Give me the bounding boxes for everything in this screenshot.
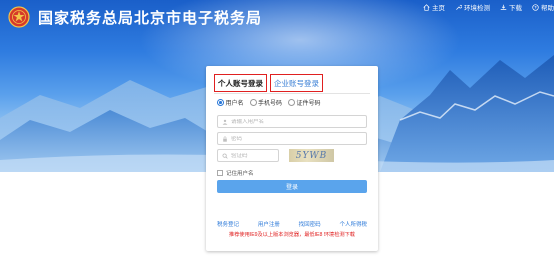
nav-home[interactable]: 主页 — [423, 2, 445, 12]
nav-home-label: 主页 — [432, 5, 445, 12]
radio-phone-label: 手机号码 — [258, 101, 283, 107]
remember-label: 记住用户名 — [226, 171, 254, 177]
remember-username: 记住用户名 — [217, 169, 254, 177]
home-icon — [423, 3, 430, 11]
search-icon — [222, 153, 228, 159]
download-icon — [500, 4, 507, 10]
nav-help-label: 帮助 — [541, 5, 554, 12]
radio-phone[interactable]: 手机号码 — [249, 98, 283, 107]
radio-id-number-label: 证件号码 — [296, 101, 321, 107]
password-input[interactable] — [231, 135, 361, 142]
nav-download[interactable]: 下载 — [500, 2, 522, 12]
nav-help[interactable]: 帮助 — [532, 2, 554, 12]
nav-env-check[interactable]: 环境检测 — [455, 2, 490, 12]
user-register-link[interactable]: 用户注册 — [258, 220, 280, 228]
username-input[interactable] — [231, 118, 361, 125]
login-type-radios: 用户名 手机号码 证件号码 — [217, 98, 321, 107]
tab-personal-login[interactable]: 个人账号登录 — [214, 74, 267, 92]
login-tabs: 个人账号登录 企业账号登录 — [214, 74, 323, 92]
top-nav: 主页 环境检测 下载 帮助 — [423, 2, 554, 12]
captcha-input[interactable] — [231, 152, 276, 159]
site-title: 国家税务总局北京市电子税务局 — [38, 8, 263, 27]
lock-icon — [223, 135, 227, 142]
radio-checked-icon — [217, 99, 224, 106]
radio-username-label: 用户名 — [225, 101, 244, 107]
radio-unchecked-icon — [249, 99, 257, 106]
radio-unchecked-icon — [288, 99, 296, 106]
tax-emblem-icon — [8, 6, 30, 28]
personal-income-tax-link[interactable]: 个人所得税 — [339, 220, 367, 228]
captcha-field — [217, 149, 279, 162]
login-button[interactable]: 登录 — [217, 180, 367, 193]
tab-enterprise-login[interactable]: 企业账号登录 — [270, 74, 323, 92]
login-links: 税务登记 用户注册 找回密码 个人所得税 — [217, 220, 367, 228]
tab-divider — [214, 93, 370, 94]
password-field — [217, 132, 367, 145]
site-logo[interactable]: 国家税务总局北京市电子税务局 — [8, 6, 262, 28]
nav-download-label: 下载 — [509, 5, 522, 12]
user-icon — [222, 119, 228, 125]
wrench-icon — [456, 4, 462, 10]
captcha-text: 5YWB — [295, 150, 328, 161]
help-icon — [532, 3, 539, 11]
radio-id-number[interactable]: 证件号码 — [288, 98, 321, 107]
radio-username[interactable]: 用户名 — [217, 98, 244, 107]
tax-registration-link[interactable]: 税务登记 — [217, 220, 239, 228]
nav-env-check-label: 环境检测 — [464, 5, 490, 12]
remember-checkbox[interactable] — [217, 170, 223, 176]
login-panel: 个人账号登录 企业账号登录 用户名 手机号码 证件号码 5YWB 记住用户名 — [206, 66, 378, 251]
username-field — [217, 115, 367, 128]
browser-note: 推荐使用IE9及以上版本浏览器，最低IE8 环境检测下载 — [229, 232, 355, 238]
captcha-image[interactable]: 5YWB — [289, 149, 334, 162]
recover-password-link[interactable]: 找回密码 — [299, 220, 321, 228]
